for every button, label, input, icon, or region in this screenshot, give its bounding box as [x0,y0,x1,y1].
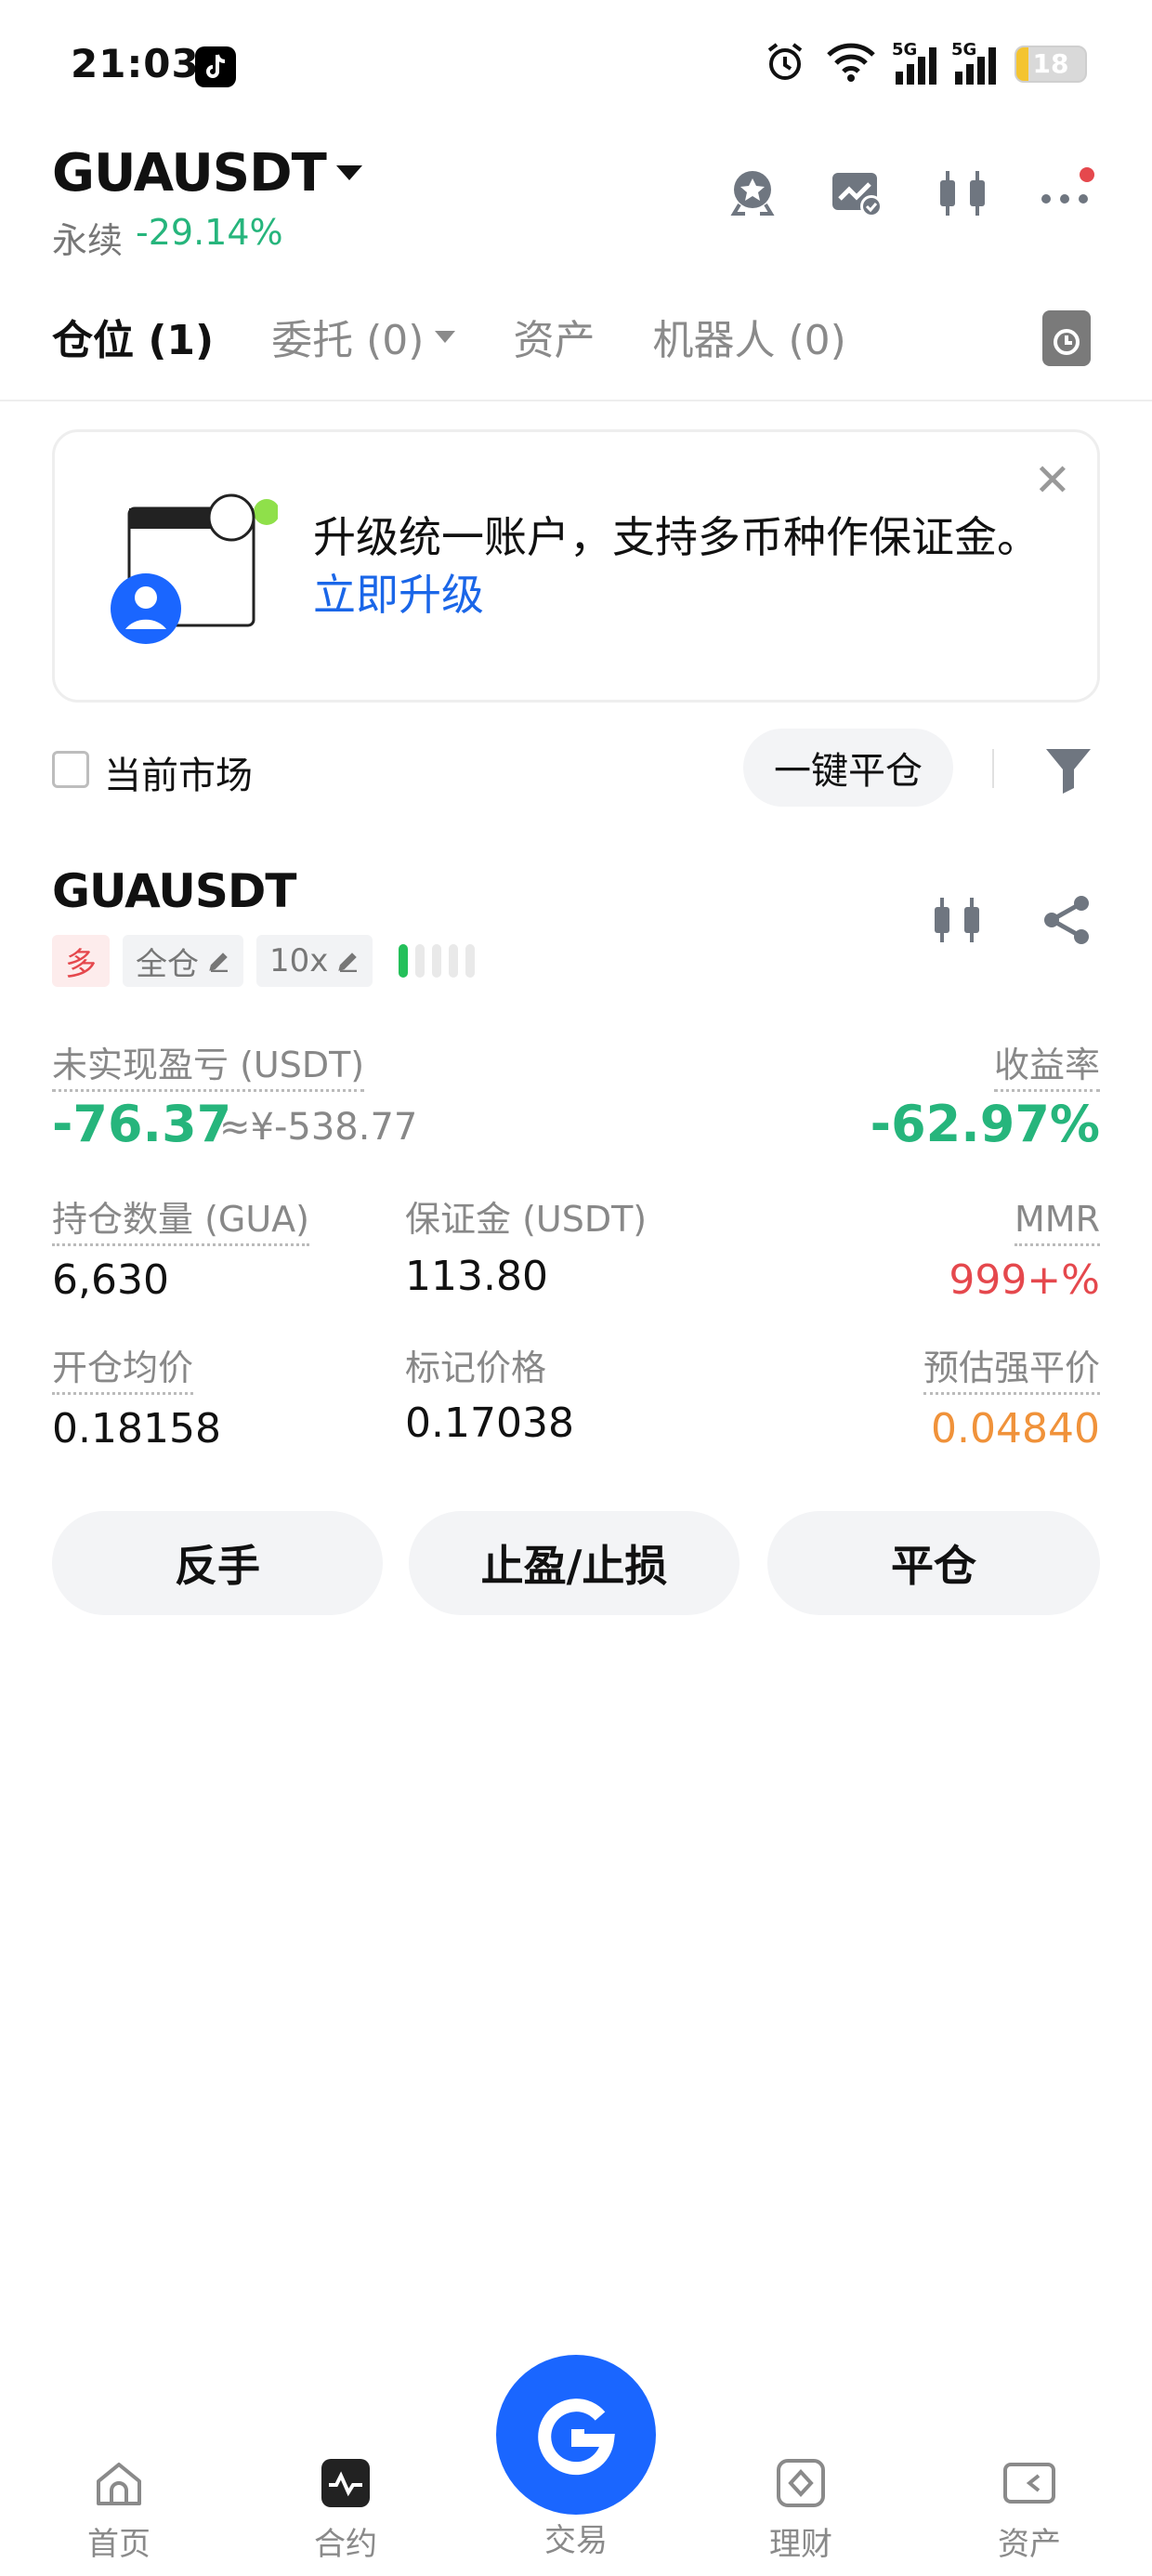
strength-bar [432,944,442,978]
mark-price-value: 0.17038 [405,1400,574,1447]
mmr-label[interactable]: MMR [1015,1199,1100,1246]
unrealized-pnl-label-wrap: 未实现盈亏 (USDT) [52,1045,365,1092]
margin-mode-badge[interactable]: 全仓 [123,935,243,987]
status-icons: 5G 5G 18 [764,40,1087,87]
chevron-down-icon[interactable] [336,165,362,180]
margin-label-wrap: 保证金 (USDT) [405,1199,647,1243]
roi-label-wrap: 收益率 [993,1045,1100,1092]
tab-positions[interactable]: 仓位 (1) [52,307,214,366]
contract-info: 永续 -29.14% [52,212,283,263]
nav-futures[interactable]: 合约 [281,2455,411,2564]
position-size-label[interactable]: 持仓数量 (GUA) [52,1199,309,1246]
price-change: -29.14% [136,212,283,253]
status-time: 21:03 [71,41,200,86]
position-tabs: 仓位 (1) 委托 (0) 资产 机器人 (0) [52,307,846,366]
current-market-checkbox[interactable] [52,751,89,788]
position-symbol[interactable]: GUAUSDT [52,864,296,918]
chart-check-icon[interactable] [829,165,884,221]
mmr-label-wrap: MMR [1015,1199,1100,1246]
tab-orders[interactable]: 委托 (0) [271,307,456,366]
close-icon[interactable]: ✕ [1034,458,1071,503]
nav-assets[interactable]: 资产 [964,2455,1094,2564]
tiktok-icon [195,46,236,87]
entry-price-label[interactable]: 开仓均价 [52,1347,194,1395]
chevron-down-icon [435,330,456,343]
strength-bar [415,944,425,978]
nav-earn[interactable]: 理财 [736,2455,866,2564]
tpsl-button[interactable]: 止盈/止损 [409,1511,740,1615]
tab-assets[interactable]: 资产 [513,307,595,366]
margin-value: 113.80 [405,1253,548,1300]
mmr-value: 999+% [949,1256,1100,1304]
candlestick-icon[interactable] [929,892,985,948]
position-tags: 多 全仓 10x [52,935,476,987]
strength-bar [399,944,409,978]
reverse-button[interactable]: 反手 [52,1511,383,1615]
edit-icon [338,953,358,972]
trade-button[interactable] [496,2355,656,2515]
battery-level: 18 [1032,48,1069,79]
current-market-label[interactable]: 当前市场 [104,745,253,799]
earn-icon [777,2459,825,2507]
unrealized-pnl-label[interactable]: 未实现盈亏 (USDT) [52,1045,365,1092]
upgrade-banner: 升级统一账户，支持多币种作保证金。立即升级 ✕ [52,429,1100,703]
futures-icon [321,2459,370,2507]
contract-type: 永续 [52,220,124,261]
tab-bots[interactable]: 机器人 (0) [652,307,845,366]
close-all-button[interactable]: 一键平仓 [743,729,953,807]
close-position-button[interactable]: 平仓 [767,1511,1100,1615]
share-icon[interactable] [1039,892,1094,948]
divider [0,400,1152,401]
nav-trade-label[interactable]: 交易 [511,2515,641,2560]
battery-icon: 18 [1015,46,1087,83]
mark-price-label: 标记价格 [405,1347,547,1388]
position-strength-indicator [399,944,476,978]
roi-value: -62.97% [870,1095,1100,1153]
signal-icon: 5G [892,40,936,85]
home-icon [97,2463,141,2505]
symbol-title[interactable]: GUAUSDT [52,143,327,204]
wifi-icon [825,42,877,86]
bottom-nav: 首页 合约 交易 理财 资产 [0,2355,1152,2576]
wallet-icon [1003,2463,1055,2504]
entry-label-wrap: 开仓均价 [52,1347,194,1395]
history-document-icon[interactable] [1042,310,1091,366]
divider [992,749,994,788]
strength-bar [465,944,476,978]
badge-icon[interactable] [725,165,780,221]
upgrade-link[interactable]: 立即升级 [313,570,484,620]
strength-bar [449,944,459,978]
unrealized-pnl-cny: ≈¥-538.77 [219,1106,418,1149]
liq-price-label[interactable]: 预估强平价 [923,1347,1100,1395]
size-label-wrap: 持仓数量 (GUA) [52,1199,309,1246]
liq-label-wrap: 预估强平价 [923,1347,1100,1395]
unrealized-pnl-value: -76.37 [52,1095,232,1153]
side-badge: 多 [52,935,110,987]
liq-price-value: 0.04840 [931,1405,1100,1452]
margin-label: 保证金 (USDT) [405,1199,648,1240]
roi-label[interactable]: 收益率 [993,1045,1100,1092]
mark-label-wrap: 标记价格 [405,1347,546,1392]
candlestick-icon[interactable] [935,165,990,221]
alarm-icon [764,41,806,87]
more-icon[interactable] [1039,165,1094,221]
leverage-badge[interactable]: 10x [256,935,373,987]
banner-text: 升级统一账户，支持多币种作保证金。立即升级 [313,512,1040,620]
account-illustration-icon [111,488,280,655]
nav-home[interactable]: 首页 [54,2455,184,2564]
trade-icon [538,2399,615,2476]
entry-price-value: 0.18158 [52,1405,221,1452]
signal-icon-2: 5G [951,40,996,85]
position-size-value: 6,630 [52,1256,169,1304]
filter-icon[interactable] [1041,740,1096,795]
edit-icon [209,953,228,972]
